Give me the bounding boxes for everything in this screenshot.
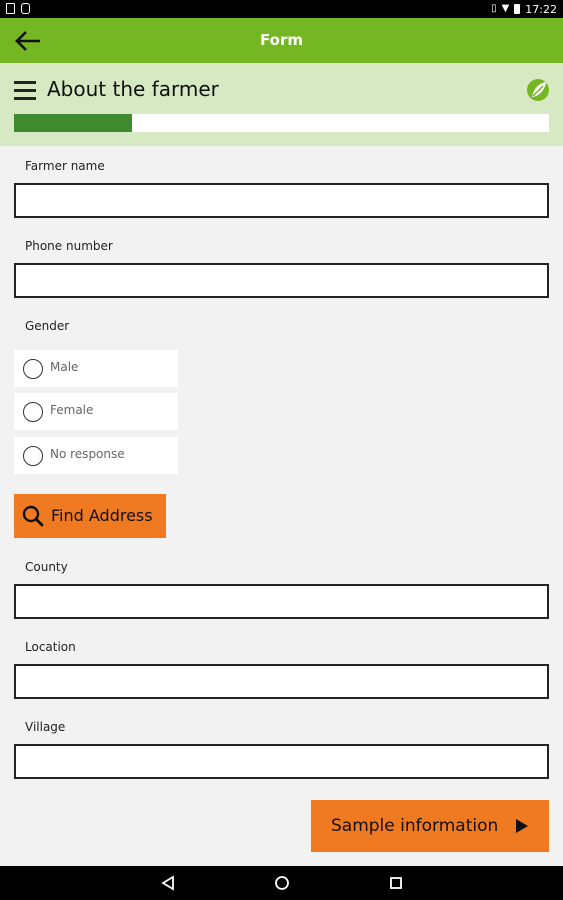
section-header	[0, 63, 563, 146]
sample-information-label: Sample information	[331, 816, 499, 836]
back-triangle-icon[interactable]	[161, 875, 175, 891]
notification-icon	[6, 3, 15, 14]
image-notification-icon	[21, 3, 30, 14]
radio-unchecked-icon	[23, 446, 43, 466]
radio-label: No response	[50, 447, 125, 461]
status-bar: ▯ ▼ 17:22	[0, 0, 563, 18]
gender-option-no-response[interactable]: No response	[14, 437, 178, 474]
gender-label: Gender	[25, 319, 70, 333]
recents-square-icon[interactable]	[389, 875, 403, 891]
wifi-icon: ▼	[501, 3, 510, 14]
location-label: Location	[25, 640, 76, 654]
vibrate-icon: ▯	[491, 3, 497, 14]
radio-label: Male	[50, 360, 79, 374]
phone-number-input[interactable]	[14, 263, 549, 298]
battery-icon	[514, 4, 521, 14]
radio-unchecked-icon	[23, 402, 43, 422]
find-address-button[interactable]: Find Address	[14, 494, 166, 538]
village-input[interactable]	[14, 744, 549, 779]
county-label: County	[25, 560, 68, 574]
gender-option-male[interactable]: Male	[14, 350, 178, 387]
hamburger-menu-icon[interactable]	[14, 81, 36, 101]
farmer-name-label: Farmer name	[25, 159, 105, 173]
search-icon	[22, 505, 44, 527]
location-input[interactable]	[14, 664, 549, 699]
status-time: 17:22	[525, 2, 557, 16]
home-circle-icon[interactable]	[274, 875, 290, 891]
radio-unchecked-icon	[23, 359, 43, 379]
app-bar: Form	[0, 18, 563, 63]
gender-option-female[interactable]: Female	[14, 393, 178, 430]
play-arrow-icon	[516, 819, 528, 833]
find-address-label: Find Address	[51, 506, 153, 525]
section-title: About the farmer	[47, 77, 219, 101]
sample-information-button[interactable]: Sample information	[311, 800, 549, 852]
system-nav-bar	[0, 866, 563, 900]
status-indicators: ▯ ▼ 17:22	[491, 1, 557, 17]
phone-number-label: Phone number	[25, 239, 113, 253]
status-notifications	[6, 3, 30, 14]
county-input[interactable]	[14, 584, 549, 619]
form-progress-bar	[14, 114, 549, 132]
form-progress-fill	[14, 114, 132, 132]
page-title: Form	[260, 31, 303, 49]
farmer-name-input[interactable]	[14, 183, 549, 218]
leaf-icon	[526, 77, 550, 107]
village-label: Village	[25, 720, 66, 734]
radio-label: Female	[50, 403, 94, 417]
